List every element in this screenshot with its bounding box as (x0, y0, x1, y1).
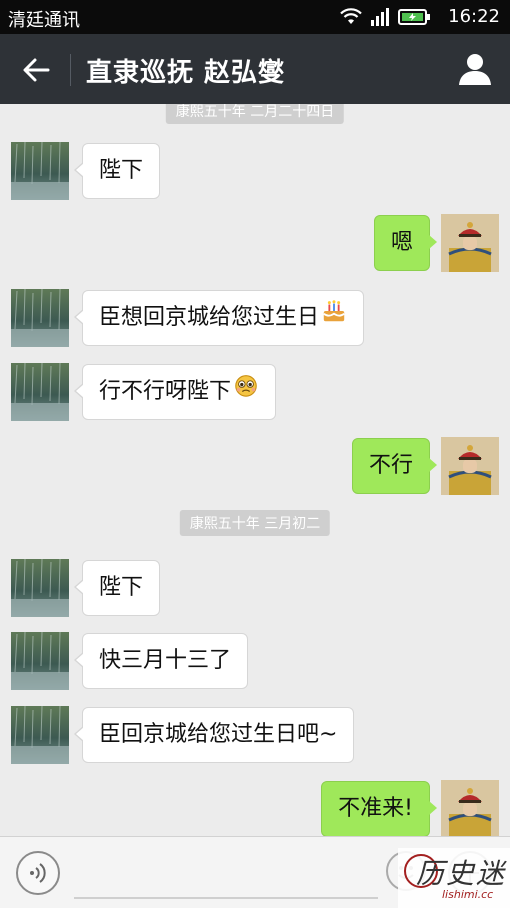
voice-button[interactable] (16, 851, 60, 895)
chat-title: 直隶巡抚 赵弘燮 (86, 58, 286, 88)
wifi-icon (340, 8, 362, 24)
contact-avatar[interactable] (11, 288, 69, 347)
contact-avatar[interactable] (11, 705, 69, 764)
chat-area[interactable]: 康熙五十年 二月二十四日 陛下 嗯 臣想回京城给您过生日 行不行呀陛下 不行 康… (0, 104, 510, 836)
received-message[interactable]: 行不行呀陛下 (73, 364, 277, 420)
cake-emoji (323, 300, 345, 322)
cake-emoji (321, 291, 347, 345)
message-text: 不准来! (338, 796, 413, 821)
signal-icon (371, 8, 389, 26)
chat-timestamp: 康熙五十年 三月初二 (179, 510, 331, 536)
contact-avatar[interactable] (11, 558, 69, 617)
received-message[interactable]: 陛下 (73, 143, 161, 199)
profile-icon[interactable] (456, 50, 494, 88)
watermark-text: 历史迷 (416, 857, 507, 890)
header-divider (70, 54, 71, 86)
pleading-emoji (235, 375, 257, 397)
message-text: 嗯 (390, 230, 413, 255)
contact-avatar[interactable] (11, 631, 69, 690)
message-text: 臣想回京城给您过生日 (99, 305, 320, 330)
contact-avatar[interactable] (11, 141, 69, 200)
message-text: 不行 (368, 453, 413, 478)
my-avatar[interactable] (441, 214, 499, 272)
input-bar: 历史迷 lishimi.cc (0, 836, 510, 908)
status-icons (340, 8, 430, 26)
my-avatar[interactable] (441, 780, 499, 836)
status-bar: 清廷通讯 16:22 (0, 0, 510, 34)
chat-timestamp: 康熙五十年 二月二十四日 (165, 104, 345, 124)
received-message[interactable]: 臣想回京城给您过生日 (73, 290, 365, 346)
received-message[interactable]: 快三月十三了 (73, 633, 249, 689)
message-text: 陛下 (99, 575, 144, 600)
sent-message[interactable]: 嗯 (373, 215, 438, 271)
my-avatar[interactable] (441, 437, 499, 495)
message-text: 臣回京城给您过生日吧~ (99, 722, 338, 747)
clock: 16:22 (448, 6, 500, 27)
message-input[interactable] (74, 851, 378, 899)
contact-avatar[interactable] (11, 362, 69, 421)
watermark: 历史迷 lishimi.cc (398, 848, 510, 908)
pleading-emoji (233, 365, 259, 419)
message-text: 快三月十三了 (99, 648, 232, 673)
sent-message[interactable]: 不行 (351, 438, 438, 494)
watermark-url: lishimi.cc (442, 888, 494, 901)
message-text: 陛下 (99, 158, 144, 183)
back-arrow-icon[interactable] (18, 52, 54, 88)
chat-header: 直隶巡抚 赵弘燮 (0, 34, 510, 104)
message-text: 行不行呀陛下 (99, 379, 232, 404)
voice-icon (30, 863, 46, 883)
carrier-name: 清廷通讯 (8, 10, 80, 31)
battery-icon (398, 9, 430, 25)
received-message[interactable]: 臣回京城给您过生日吧~ (73, 707, 355, 763)
sent-message[interactable]: 不准来! (321, 781, 437, 836)
received-message[interactable]: 陛下 (73, 560, 161, 616)
